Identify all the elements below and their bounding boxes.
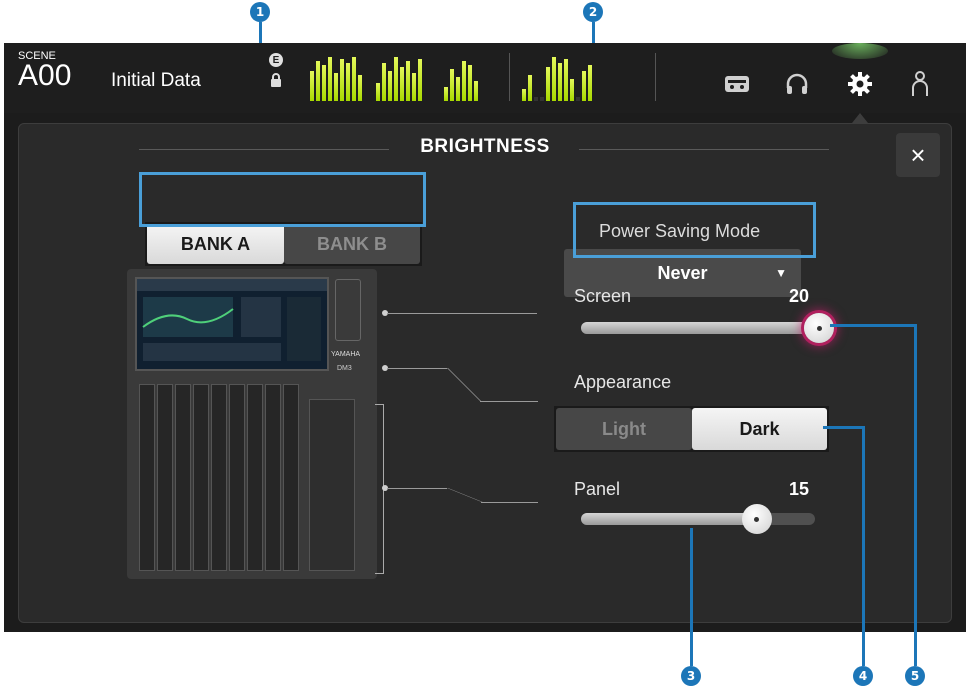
screen-connector bbox=[387, 313, 537, 314]
mixer-model: DM3 bbox=[337, 365, 352, 372]
mixer-illustration: YAMAHA DM3 bbox=[127, 269, 377, 579]
screen-value: 20 bbox=[789, 286, 810, 306]
meter-divider-2 bbox=[655, 53, 656, 101]
panel-connector-2 bbox=[447, 488, 483, 502]
highlight-bank-toggle bbox=[139, 172, 426, 227]
appearance-light-button[interactable]: Light bbox=[556, 408, 692, 450]
lock-icon bbox=[270, 73, 282, 87]
screen-label: Screen bbox=[574, 286, 632, 306]
headphones-icon[interactable] bbox=[783, 70, 811, 98]
fader-strip bbox=[211, 384, 227, 571]
mixer-control-section bbox=[309, 399, 355, 571]
bank-b-button[interactable]: BANK B bbox=[284, 224, 420, 264]
title-rule-right bbox=[579, 149, 829, 150]
appearance-connector-1 bbox=[387, 368, 447, 369]
gear-icon[interactable] bbox=[846, 70, 874, 98]
panel-connector-1 bbox=[387, 488, 447, 489]
fader-strip bbox=[175, 384, 191, 571]
callout-2: 2 bbox=[583, 2, 603, 22]
active-tab-glow bbox=[832, 43, 888, 59]
level-meters-group-2 bbox=[376, 53, 422, 101]
fader-strip bbox=[157, 384, 173, 571]
highlight-power-saving bbox=[573, 202, 816, 258]
fader-strip bbox=[265, 384, 281, 571]
knob-dot bbox=[754, 516, 759, 522]
scene-title[interactable]: Initial Data bbox=[111, 70, 201, 92]
panel-label: Panel bbox=[574, 479, 621, 499]
active-tab-pointer bbox=[852, 113, 868, 123]
mixer-screen-image bbox=[135, 277, 329, 371]
recorder-icon[interactable] bbox=[723, 70, 751, 98]
callout-1: 1 bbox=[250, 2, 270, 22]
panel-value: 15 bbox=[789, 479, 810, 499]
fader-strip bbox=[229, 384, 245, 571]
dropdown-arrow-icon: ▼ bbox=[775, 266, 787, 280]
level-meters-group-3 bbox=[444, 53, 478, 101]
fader-strip bbox=[247, 384, 263, 571]
callout-3: 3 bbox=[681, 666, 701, 686]
fader-strip bbox=[283, 384, 299, 571]
fader-strip bbox=[193, 384, 209, 571]
callout-5-line bbox=[913, 324, 917, 666]
top-bar: SCENE A00 Initial Data E bbox=[4, 43, 966, 123]
panel-slider-fill bbox=[581, 513, 757, 525]
panel-connector-3 bbox=[481, 502, 538, 503]
screen-slider[interactable] bbox=[581, 322, 819, 334]
panel-slider[interactable] bbox=[581, 513, 815, 525]
callout-5-connector-h bbox=[830, 324, 915, 327]
bank-a-button[interactable]: BANK A bbox=[147, 224, 284, 264]
appearance-dark-button[interactable]: Dark bbox=[692, 408, 827, 450]
scene-number[interactable]: A00 bbox=[18, 59, 71, 93]
fader-strip bbox=[139, 384, 155, 571]
user-icon[interactable] bbox=[906, 70, 934, 98]
panel-slider-knob[interactable] bbox=[741, 504, 772, 534]
mixer-side-buttons bbox=[335, 279, 361, 341]
e-badge-icon: E bbox=[269, 53, 283, 67]
screen-slider-knob[interactable] bbox=[804, 313, 834, 343]
power-saving-value: Never bbox=[657, 262, 708, 283]
callout-3-line bbox=[689, 528, 693, 666]
bank-toggle: BANK A BANK B bbox=[145, 222, 422, 266]
callout-4-line bbox=[861, 426, 865, 666]
knob-dot bbox=[816, 325, 822, 331]
meter-divider bbox=[509, 53, 510, 101]
screen-slider-fill bbox=[581, 322, 819, 334]
appearance-label: Appearance bbox=[574, 372, 672, 392]
level-meters-group-4 bbox=[522, 53, 592, 101]
close-button[interactable]: × bbox=[896, 133, 940, 177]
device-screen: SCENE A00 Initial Data E BRIGHTNESS × BA… bbox=[4, 43, 966, 632]
callout-4-connector-h bbox=[823, 426, 863, 429]
panel-title: BRIGHTNESS bbox=[420, 136, 550, 157]
appearance-connector-2 bbox=[447, 368, 481, 401]
appearance-connector-3 bbox=[480, 401, 538, 402]
appearance-toggle: Light Dark bbox=[554, 406, 829, 452]
callout-4: 4 bbox=[853, 666, 873, 686]
level-meters-group-1 bbox=[310, 53, 362, 101]
callout-5: 5 bbox=[905, 666, 925, 686]
mixer-logo: YAMAHA bbox=[331, 351, 361, 358]
